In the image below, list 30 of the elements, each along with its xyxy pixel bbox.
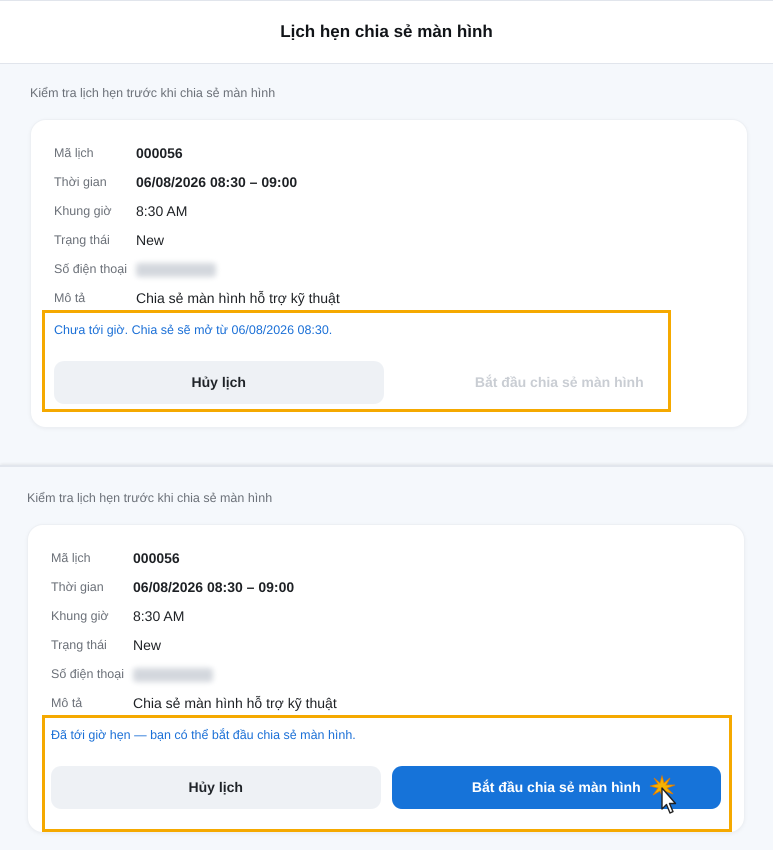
- page-title: Lịch hẹn chia sẻ màn hình: [280, 21, 493, 44]
- cancel-button[interactable]: Hủy lịch: [54, 361, 384, 404]
- detail-value: 000056: [136, 144, 183, 163]
- section-subtitle: Kiểm tra lịch hẹn trước khi chia sẻ màn hình: [30, 85, 276, 102]
- detail-label: Số điện thoại: [54, 261, 128, 278]
- detail-label: Mô tả: [51, 695, 84, 712]
- detail-value: Chia sẻ màn hình hỗ trợ kỹ thuật: [136, 289, 340, 308]
- cancel-button[interactable]: Hủy lịch: [51, 766, 380, 809]
- detail-value: New: [133, 636, 162, 655]
- detail-label: Khung giờ: [54, 203, 113, 220]
- detail-value: 000056: [133, 549, 180, 568]
- detail-value: 8:30 AM: [133, 607, 184, 626]
- detail-value: Chia sẻ màn hình hỗ trợ kỹ thuật: [133, 694, 337, 713]
- detail-label: Trạng thái: [51, 637, 108, 654]
- detail-label: Trạng thái: [54, 232, 111, 250]
- detail-label: Mã lịch: [51, 550, 92, 568]
- detail-value: New: [136, 231, 164, 250]
- detail-label: Mô tả: [54, 290, 86, 308]
- detail-label: Thời gian: [54, 174, 108, 192]
- status-notice: Chưa tới giờ. Chia sẻ sẽ mở từ 06/08/2026 08:30.: [54, 322, 334, 339]
- detail-label: Số điện thoại: [51, 666, 125, 684]
- detail-value: 06/08/2026 08:30 – 09:00: [133, 578, 294, 597]
- detail-label: Thời gian: [51, 579, 105, 596]
- status-notice: Đã tới giờ hẹn — bạn có thể bắt đầu chia sẻ màn hình.: [51, 727, 357, 744]
- section-subtitle: Kiểm tra lịch hẹn trước khi chia sẻ màn hình: [27, 490, 274, 507]
- detail-value: 8:30 AM: [136, 202, 188, 221]
- detail-value: 06/08/2026 08:30 – 09:00: [136, 173, 298, 192]
- detail-label: Mã lịch: [54, 145, 95, 162]
- detail-label: Khung giờ: [51, 608, 110, 626]
- cursor-click-icon: [648, 774, 678, 816]
